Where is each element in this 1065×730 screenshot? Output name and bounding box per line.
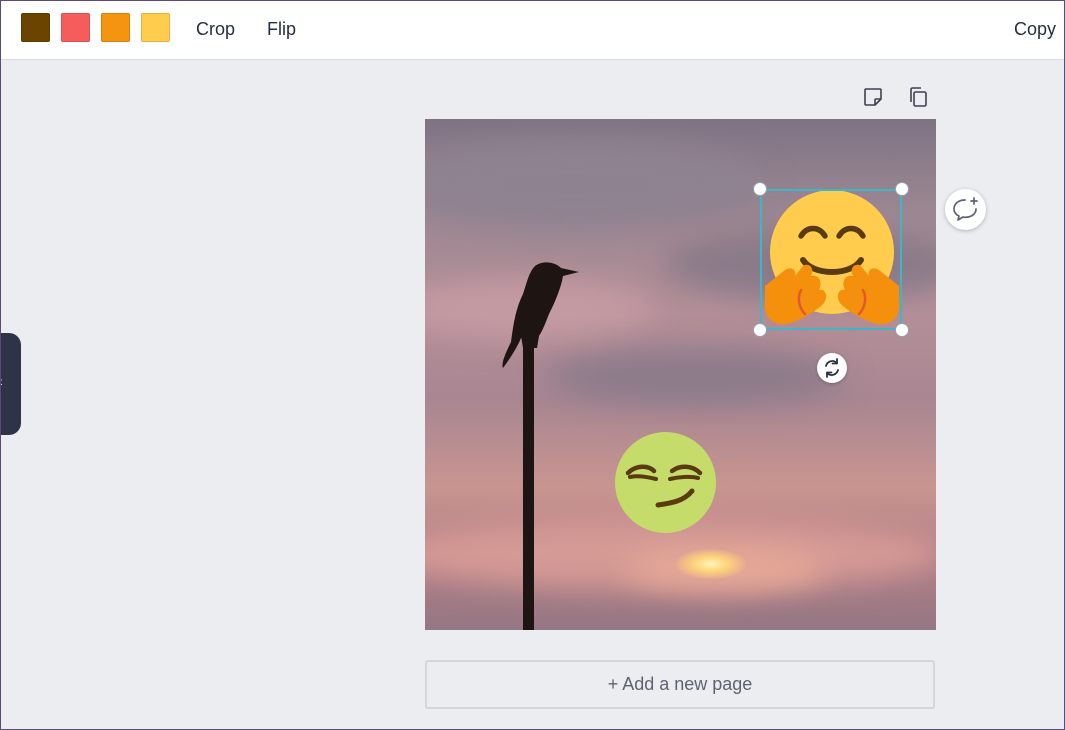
color-swatch-coral[interactable] [61,13,90,42]
sun-glow [676,549,746,579]
color-swatch-orange[interactable] [101,13,130,42]
rotate-icon [825,358,839,378]
sticky-note-icon[interactable] [862,86,884,108]
cloud [545,349,845,404]
resize-handle-bottom-right[interactable] [895,323,909,337]
color-swatch-yellow[interactable] [141,13,170,42]
add-comment-icon [953,197,978,221]
toolbar: Crop Flip Copy [0,0,1065,60]
crow-on-pole [502,262,579,630]
crop-button[interactable]: Crop [196,18,235,40]
side-panel-toggle[interactable]: ‹ [0,333,21,435]
chevron-left-icon: ‹ [0,373,3,389]
duplicate-page-icon[interactable] [907,86,929,108]
add-comment-button[interactable] [945,189,986,230]
cloud [425,139,765,229]
copy-button[interactable]: Copy [1014,18,1056,40]
smirking-face-emoji[interactable] [614,431,717,534]
selection-box [760,189,902,330]
color-swatch-brown[interactable] [21,13,50,42]
resize-handle-top-left[interactable] [753,182,767,196]
resize-handle-top-right[interactable] [895,182,909,196]
flip-button[interactable]: Flip [267,18,296,40]
resize-handle-bottom-left[interactable] [753,323,767,337]
rotate-handle[interactable] [817,353,847,383]
add-new-page-button[interactable]: + Add a new page [425,660,935,709]
